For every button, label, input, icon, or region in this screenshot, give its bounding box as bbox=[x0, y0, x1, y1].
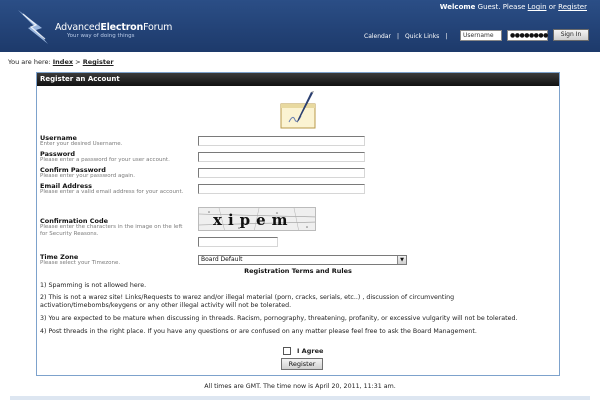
rule-item: 2) This is not a warez site! Links/Reque… bbox=[40, 294, 455, 309]
register-link[interactable]: Register bbox=[558, 3, 587, 11]
timezone-selected: Board Default bbox=[201, 256, 243, 263]
login-password-input[interactable]: ●●●●●●●● bbox=[507, 30, 548, 41]
breadcrumb: You are here: Index > Register bbox=[8, 58, 114, 66]
agree-checkbox[interactable] bbox=[283, 347, 291, 355]
confirmation-code-hint: Please enter the characters in the image… bbox=[40, 224, 183, 237]
login-username-input[interactable]: Username bbox=[460, 30, 502, 41]
top-nav: Calendar | Quick Links | bbox=[364, 30, 453, 42]
confirm-password-input[interactable] bbox=[198, 168, 365, 178]
site-header: AdvancedElectronForum Your way of doing … bbox=[0, 0, 600, 52]
quick-links-link[interactable]: Quick Links bbox=[405, 33, 439, 40]
register-panel-title: Register an Account bbox=[37, 73, 559, 86]
register-panel: Register an Account Username Enter your … bbox=[36, 72, 560, 376]
terms-title: Registration Terms and Rules bbox=[244, 267, 352, 275]
welcome-please: Please bbox=[502, 3, 526, 11]
rule-item: 3) You are expected to be mature when di… bbox=[40, 315, 518, 322]
agree-row: I Agree bbox=[283, 347, 323, 355]
password-input[interactable] bbox=[198, 152, 365, 162]
footer-time: All times are GMT. The time now is April… bbox=[204, 383, 396, 390]
confirmation-code-input[interactable] bbox=[198, 237, 278, 247]
login-link[interactable]: Login bbox=[528, 3, 547, 11]
breadcrumb-register[interactable]: Register bbox=[83, 58, 114, 66]
rule-item: 4) Post threads in the right place. If y… bbox=[40, 328, 477, 335]
brand-tagline: Your way of doing things bbox=[67, 33, 135, 39]
breadcrumb-separator: > bbox=[75, 58, 81, 66]
timezone-hint: Please select your Timezone. bbox=[40, 260, 121, 266]
email-input[interactable] bbox=[198, 184, 365, 194]
register-button[interactable]: Register bbox=[281, 358, 323, 370]
agree-label[interactable]: I Agree bbox=[297, 347, 323, 355]
username-hint: Enter your desired Username. bbox=[40, 141, 123, 147]
brand-name[interactable]: AdvancedElectronForum bbox=[55, 22, 172, 33]
nav-separator: | bbox=[445, 32, 448, 40]
password-hint: Please enter a password for your user ac… bbox=[40, 157, 170, 163]
sign-in-button[interactable]: Sign In bbox=[553, 29, 589, 41]
username-input[interactable] bbox=[198, 136, 365, 146]
nav-separator: | bbox=[396, 32, 400, 40]
welcome-user: Guest. bbox=[477, 3, 501, 11]
captcha-image: xipem bbox=[198, 207, 316, 231]
captcha-text: xipem bbox=[213, 211, 294, 229]
confirm-password-hint: Please enter your password again. bbox=[40, 173, 135, 179]
breadcrumb-prefix: You are here: bbox=[8, 58, 51, 66]
welcome-or: or bbox=[548, 3, 556, 11]
email-hint: Please enter a valid email address for y… bbox=[40, 189, 184, 195]
chevron-down-icon[interactable]: ▼ bbox=[397, 256, 406, 264]
footer-bar bbox=[10, 396, 590, 400]
welcome-message: Welcome Guest. Please Login or Register bbox=[440, 3, 587, 11]
calendar-link[interactable]: Calendar bbox=[364, 33, 391, 40]
timezone-select[interactable]: Board Default ▼ bbox=[198, 255, 407, 265]
welcome-label: Welcome bbox=[439, 3, 476, 11]
register-pen-icon bbox=[280, 91, 316, 129]
breadcrumb-index[interactable]: Index bbox=[53, 58, 73, 66]
rule-item: 1) Spamming is not allowed here. bbox=[40, 282, 147, 289]
